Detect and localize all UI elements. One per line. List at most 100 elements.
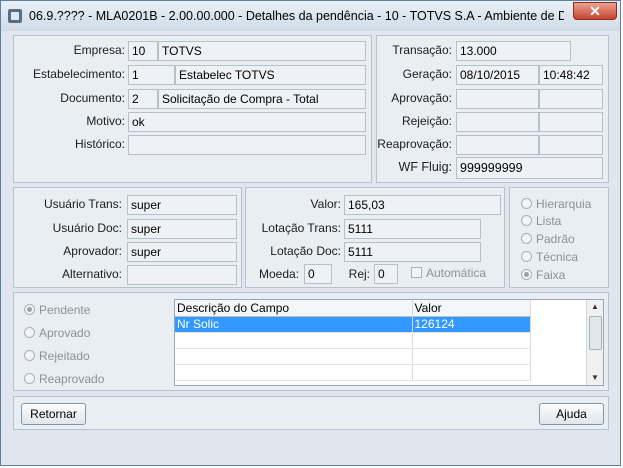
grid-cell-descricao[interactable]: Nr Solic <box>175 316 413 333</box>
automatica-label: Automática <box>426 266 487 280</box>
aprovacao-date-field[interactable] <box>456 89 539 109</box>
grid-cell-empty[interactable] <box>412 348 531 365</box>
table-row-empty[interactable] <box>175 332 531 349</box>
grid-cell-empty[interactable] <box>175 364 413 381</box>
type-option-label: Padrão <box>536 232 575 246</box>
reaprovacao-time-field[interactable] <box>539 135 603 155</box>
window-title: 06.9.???? - MLA0201B - 2.00.00.000 - Det… <box>29 9 564 23</box>
detail-grid[interactable]: Descrição do Campo Valor Nr Solic 126124… <box>174 299 604 386</box>
radio-icon[interactable] <box>521 198 532 209</box>
table-row[interactable]: Nr Solic 126124 <box>175 316 531 333</box>
moeda-field[interactable]: 0 <box>304 264 332 284</box>
column-header-descricao[interactable]: Descrição do Campo <box>175 300 413 317</box>
usuario-doc-field[interactable]: super <box>127 219 237 239</box>
radio-icon[interactable] <box>24 327 35 338</box>
grid-vertical-scrollbar[interactable]: ▲ ▼ <box>586 300 603 385</box>
grid-cell-empty[interactable] <box>412 332 531 349</box>
radio-icon[interactable] <box>521 251 532 262</box>
type-options-panel: Hierarquia Lista Padrão Técnica Faixa <box>509 187 609 288</box>
type-option-faixa[interactable]: Faixa <box>521 268 565 282</box>
status-option-label: Rejeitado <box>39 349 90 363</box>
status-option-label: Pendente <box>39 303 91 317</box>
aprovador-field[interactable]: super <box>127 242 237 262</box>
lotacao-doc-field[interactable]: 5111 <box>344 242 481 262</box>
documento-code-field[interactable]: 2 <box>128 89 158 109</box>
type-option-hierarquia[interactable]: Hierarquia <box>521 197 591 211</box>
aprovador-label: Aprovador: <box>63 244 122 258</box>
alternativo-field[interactable] <box>127 265 237 285</box>
transacao-label: Transação: <box>392 43 452 57</box>
transaction-panel: Transação: 13.000 Geração: 08/10/2015 10… <box>376 35 609 183</box>
estabelecimento-label: Estabelecimento: <box>32 67 125 81</box>
type-option-padrao[interactable]: Padrão <box>521 232 575 246</box>
grid-cell-valor[interactable]: 126124 <box>412 316 531 333</box>
type-option-lista[interactable]: Lista <box>521 214 561 228</box>
motivo-field[interactable]: ok <box>128 112 366 132</box>
rejeicao-time-field[interactable] <box>539 112 603 132</box>
empresa-label: Empresa: <box>73 43 125 57</box>
ajuda-button[interactable]: Ajuda <box>539 403 604 425</box>
close-button[interactable]: ✕ <box>573 2 617 20</box>
lotacao-trans-field[interactable]: 5111 <box>344 219 481 239</box>
radio-selected-icon[interactable] <box>24 304 35 315</box>
status-option-label: Reaprovado <box>39 372 105 386</box>
radio-icon[interactable] <box>521 233 532 244</box>
status-option-pendente[interactable]: Pendente <box>24 303 90 317</box>
radio-icon[interactable] <box>24 373 35 384</box>
geracao-time-field[interactable]: 10:48:42 <box>539 65 603 85</box>
radio-icon[interactable] <box>24 350 35 361</box>
status-option-rejeitado[interactable]: Rejeitado <box>24 349 90 363</box>
scroll-thumb[interactable] <box>589 316 602 350</box>
reaprovacao-date-field[interactable] <box>456 135 539 155</box>
column-header-valor[interactable]: Valor <box>412 300 531 317</box>
table-row-empty[interactable] <box>175 364 531 381</box>
type-option-label: Lista <box>536 214 562 228</box>
table-row-empty[interactable] <box>175 348 531 365</box>
ajuda-button-label: Ajuda <box>556 407 587 421</box>
status-option-aprovado[interactable]: Aprovado <box>24 326 90 340</box>
type-option-label: Faixa <box>536 268 566 282</box>
retornar-button-label: Retornar <box>30 407 77 421</box>
rejeicao-date-field[interactable] <box>456 112 539 132</box>
grid-cell-empty[interactable] <box>175 332 413 349</box>
scroll-down-arrow-icon[interactable]: ▼ <box>587 371 603 385</box>
lotacao-trans-label: Lotação Trans: <box>261 221 341 235</box>
empresa-name-field[interactable]: TOTVS <box>158 41 366 61</box>
historico-field[interactable] <box>128 135 366 155</box>
radio-icon[interactable] <box>521 215 532 226</box>
documento-name-field[interactable]: Solicitação de Compra - Total <box>158 89 366 109</box>
grid-cell-empty[interactable] <box>175 348 413 365</box>
rejeicao-label: Rejeição: <box>401 114 452 128</box>
button-bar: Retornar Ajuda <box>13 396 609 430</box>
scroll-up-arrow-icon[interactable]: ▲ <box>587 300 603 314</box>
detail-table: Descrição do Campo Valor Nr Solic 126124 <box>175 300 531 381</box>
radio-selected-icon[interactable] <box>521 269 532 280</box>
usuario-trans-field[interactable]: super <box>127 195 237 215</box>
type-option-label: Hierarquia <box>536 197 592 211</box>
grid-header-row: Descrição do Campo Valor <box>175 300 531 317</box>
title-bar[interactable]: 06.9.???? - MLA0201B - 2.00.00.000 - Det… <box>1 1 620 31</box>
app-icon <box>8 9 22 23</box>
aprovacao-label: Aprovação: <box>391 91 452 105</box>
wf-fluig-field[interactable]: 999999999 <box>456 157 603 179</box>
type-option-label: Técnica <box>536 250 579 264</box>
values-panel: Valor: 165,03 Lotação Trans: 5111 Lotaçã… <box>245 187 505 288</box>
lotacao-doc-label: Lotação Doc: <box>270 244 341 258</box>
aprovacao-time-field[interactable] <box>539 89 603 109</box>
users-panel: Usuário Trans: super Usuário Doc: super … <box>13 187 242 288</box>
estabelecimento-name-field[interactable]: Estabelec TOTVS <box>175 65 366 85</box>
empresa-code-field[interactable]: 10 <box>128 41 158 61</box>
automatica-checkbox-box[interactable] <box>411 267 422 278</box>
transacao-field[interactable]: 13.000 <box>456 41 571 61</box>
retornar-button[interactable]: Retornar <box>21 403 86 425</box>
type-option-tecnica[interactable]: Técnica <box>521 250 578 264</box>
status-option-label: Aprovado <box>39 326 91 340</box>
automatica-checkbox[interactable]: Automática <box>411 266 486 280</box>
grid-cell-empty[interactable] <box>412 364 531 381</box>
estabelecimento-code-field[interactable]: 1 <box>128 65 175 85</box>
valor-field[interactable]: 165,03 <box>344 195 501 215</box>
rej-field[interactable]: 0 <box>374 264 398 284</box>
usuario-trans-label: Usuário Trans: <box>43 197 122 211</box>
status-option-reaprovado[interactable]: Reaprovado <box>24 372 104 386</box>
geracao-date-field[interactable]: 08/10/2015 <box>456 65 539 85</box>
